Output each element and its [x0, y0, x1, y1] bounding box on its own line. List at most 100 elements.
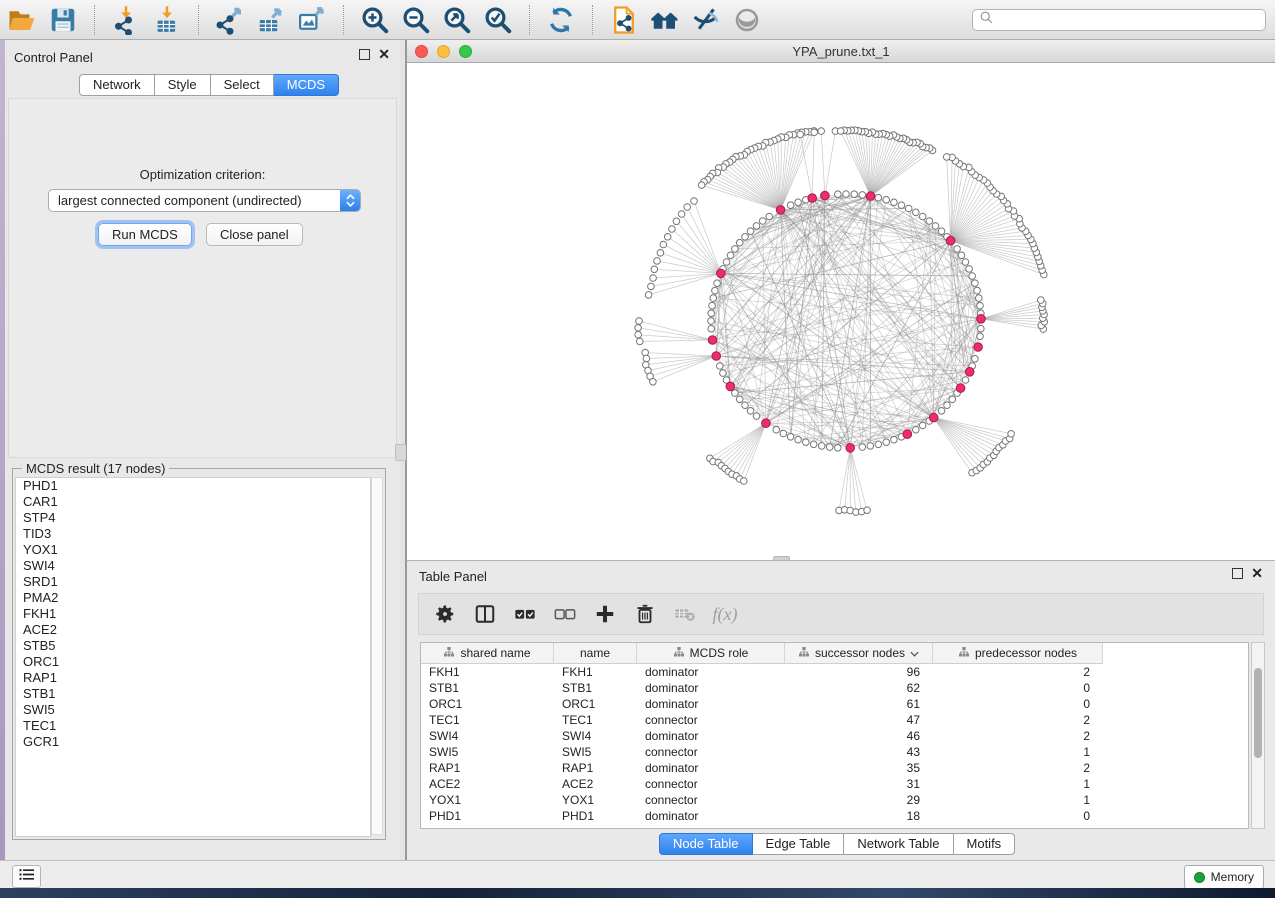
- home-icon[interactable]: [649, 4, 681, 36]
- trash-icon[interactable]: [633, 602, 657, 626]
- tab-edge-table[interactable]: Edge Table: [753, 833, 845, 855]
- mcds-node-item[interactable]: STB5: [16, 638, 370, 654]
- cell: 1: [933, 793, 1103, 807]
- select-all-icon[interactable]: [513, 602, 537, 626]
- column-label: MCDS role: [690, 646, 749, 660]
- mcds-node-item[interactable]: ACE2: [16, 622, 370, 638]
- mcds-node-item[interactable]: SWI4: [16, 558, 370, 574]
- table-row[interactable]: RAP1RAP1dominator352: [421, 760, 1248, 776]
- network-canvas[interactable]: [407, 63, 1275, 560]
- tab-network-table[interactable]: Network Table: [844, 833, 953, 855]
- cell: FKH1: [554, 665, 637, 679]
- open-folder-icon[interactable]: [6, 4, 38, 36]
- table-row[interactable]: PHD1PHD1dominator180: [421, 808, 1248, 824]
- toolbar-separator: [94, 5, 95, 35]
- tab-style[interactable]: Style: [155, 74, 211, 96]
- gear-icon[interactable]: [433, 602, 457, 626]
- mcds-node-item[interactable]: PHD1: [16, 478, 370, 494]
- deselect-all-icon[interactable]: [553, 602, 577, 626]
- cell: connector: [637, 713, 785, 727]
- zoom-selected-icon[interactable]: [482, 4, 514, 36]
- tab-select[interactable]: Select: [211, 74, 274, 96]
- zoom-out-icon[interactable]: [400, 4, 432, 36]
- table-row[interactable]: ACE2ACE2connector311: [421, 776, 1248, 792]
- float-table-panel-icon[interactable]: [1232, 568, 1243, 579]
- export-table-icon[interactable]: [255, 4, 287, 36]
- mcds-node-item[interactable]: ORC1: [16, 654, 370, 670]
- column-header-MCDS-role[interactable]: MCDS role: [637, 643, 785, 664]
- mcds-node-item[interactable]: GCR1: [16, 734, 370, 750]
- mcds-node-item[interactable]: STB1: [16, 686, 370, 702]
- run-mcds-button[interactable]: Run MCDS: [98, 223, 192, 246]
- network-window: YPA_prune.txt_1: [406, 40, 1275, 560]
- close-table-panel-icon[interactable]: ✕: [1251, 568, 1263, 579]
- float-panel-icon[interactable]: [359, 49, 370, 60]
- task-history-button[interactable]: [12, 865, 41, 888]
- table-row[interactable]: SWI4SWI4dominator462: [421, 728, 1248, 744]
- mcds-node-item[interactable]: SRD1: [16, 574, 370, 590]
- cell: ORC1: [421, 697, 554, 711]
- list-icon: [19, 868, 35, 886]
- mcds-result-list[interactable]: PHD1CAR1STP4TID3YOX1SWI4SRD1PMA2FKH1ACE2…: [15, 477, 371, 837]
- table-row[interactable]: YOX1YOX1connector291: [421, 792, 1248, 808]
- memory-label: Memory: [1211, 870, 1254, 884]
- mcds-node-item[interactable]: CAR1: [16, 494, 370, 510]
- cell: connector: [637, 777, 785, 791]
- tab-motifs[interactable]: Motifs: [954, 833, 1016, 855]
- cell: dominator: [637, 729, 785, 743]
- cell: dominator: [637, 665, 785, 679]
- table-body: FKH1FKH1dominator962STB1STB1dominator620…: [421, 664, 1248, 824]
- column-header-successor-nodes[interactable]: successor nodes: [785, 643, 933, 664]
- column-header-name[interactable]: name: [554, 643, 637, 664]
- export-network-icon[interactable]: [214, 4, 246, 36]
- network-title: YPA_prune.txt_1: [407, 44, 1275, 59]
- table-row[interactable]: ORC1ORC1dominator610: [421, 696, 1248, 712]
- network-graph[interactable]: [407, 63, 1275, 560]
- network-file-icon[interactable]: [608, 4, 640, 36]
- mcds-node-item[interactable]: PMA2: [16, 590, 370, 606]
- column-label: successor nodes: [815, 646, 905, 660]
- criterion-dropdown[interactable]: largest connected component (undirected): [48, 189, 361, 212]
- eye-icon[interactable]: [731, 4, 763, 36]
- cell: 29: [785, 793, 933, 807]
- save-icon[interactable]: [47, 4, 79, 36]
- tab-network[interactable]: Network: [79, 74, 155, 96]
- tab-mcds[interactable]: MCDS: [274, 74, 339, 96]
- table-row[interactable]: SWI5SWI5connector431: [421, 744, 1248, 760]
- mcds-node-item[interactable]: SWI5: [16, 702, 370, 718]
- table-row[interactable]: STB1STB1dominator620: [421, 680, 1248, 696]
- add-icon[interactable]: [593, 602, 617, 626]
- search-field[interactable]: [972, 9, 1266, 31]
- table-row[interactable]: FKH1FKH1dominator962: [421, 664, 1248, 680]
- import-table-icon[interactable]: [151, 4, 183, 36]
- mcds-node-item[interactable]: TID3: [16, 526, 370, 542]
- hide-visual-icon[interactable]: [690, 4, 722, 36]
- search-input[interactable]: [994, 10, 1265, 30]
- close-panel-button[interactable]: Close panel: [206, 223, 303, 246]
- function-icon: f(x): [713, 602, 737, 626]
- zoom-fit-icon[interactable]: [441, 4, 473, 36]
- export-image-icon[interactable]: [296, 4, 328, 36]
- refresh-icon[interactable]: [545, 4, 577, 36]
- column-header-predecessor-nodes[interactable]: predecessor nodes: [933, 643, 1103, 664]
- mcds-node-item[interactable]: YOX1: [16, 542, 370, 558]
- column-header-shared-name[interactable]: shared name: [421, 643, 554, 664]
- delete-table-icon: [673, 602, 697, 626]
- mcds-node-item[interactable]: RAP1: [16, 670, 370, 686]
- tab-node-table[interactable]: Node Table: [659, 833, 753, 855]
- mcds-node-item[interactable]: STP4: [16, 510, 370, 526]
- mcds-node-item[interactable]: TEC1: [16, 718, 370, 734]
- result-scrollbar[interactable]: [371, 477, 383, 835]
- zoom-in-icon[interactable]: [359, 4, 391, 36]
- cell: SWI4: [421, 729, 554, 743]
- memory-button[interactable]: Memory: [1184, 865, 1264, 889]
- import-network-icon[interactable]: [110, 4, 142, 36]
- table-row[interactable]: TEC1TEC1connector472: [421, 712, 1248, 728]
- mcds-node-item[interactable]: FKH1: [16, 606, 370, 622]
- tree-icon: [443, 646, 455, 661]
- columns-icon[interactable]: [473, 602, 497, 626]
- column-label: predecessor nodes: [975, 646, 1077, 660]
- close-panel-icon[interactable]: ✕: [378, 49, 390, 60]
- table-scrollbar[interactable]: [1251, 642, 1265, 829]
- table-scrollbar-thumb[interactable]: [1254, 668, 1262, 758]
